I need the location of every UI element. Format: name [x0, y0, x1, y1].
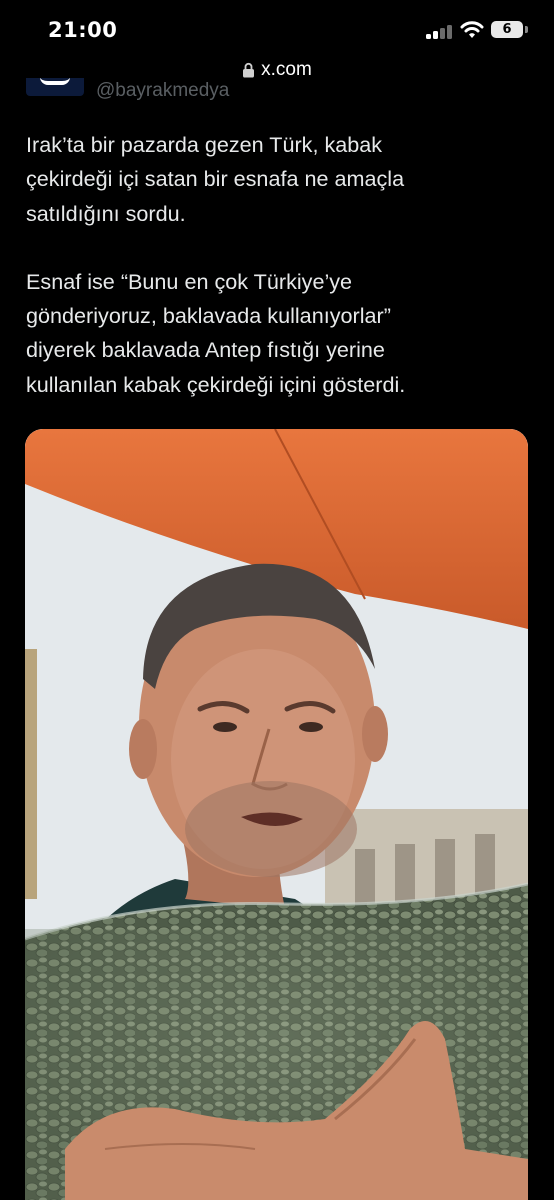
tweet-paragraph-1: Irak’ta bir pazarda gezen Türk, kabak çe…	[26, 132, 405, 226]
status-bar: 21:00 6	[0, 0, 554, 54]
lock-icon	[243, 62, 255, 78]
battery-nub	[525, 26, 528, 33]
wifi-icon	[460, 21, 484, 38]
avatar-logo-mark	[40, 78, 70, 85]
cellular-signal-icon	[426, 23, 452, 39]
author-avatar[interactable]	[26, 78, 84, 96]
video-frame-illustration	[25, 429, 528, 1200]
market-pole	[25, 649, 37, 899]
clock: 21:00	[48, 18, 118, 42]
author-handle[interactable]: @bayrakmedya	[96, 80, 229, 102]
battery-icon: 6	[491, 21, 523, 38]
tweet-header: @bayrakmedya	[0, 78, 554, 102]
tweet-paragraph-2: Esnaf ise “Bunu en çok Türkiye’ye gönder…	[26, 268, 406, 397]
battery-level: 6	[502, 22, 512, 37]
tweet-video[interactable]	[25, 429, 528, 1200]
tweet-body: Irak’ta bir pazarda gezen Türk, kabak çe…	[26, 128, 536, 402]
